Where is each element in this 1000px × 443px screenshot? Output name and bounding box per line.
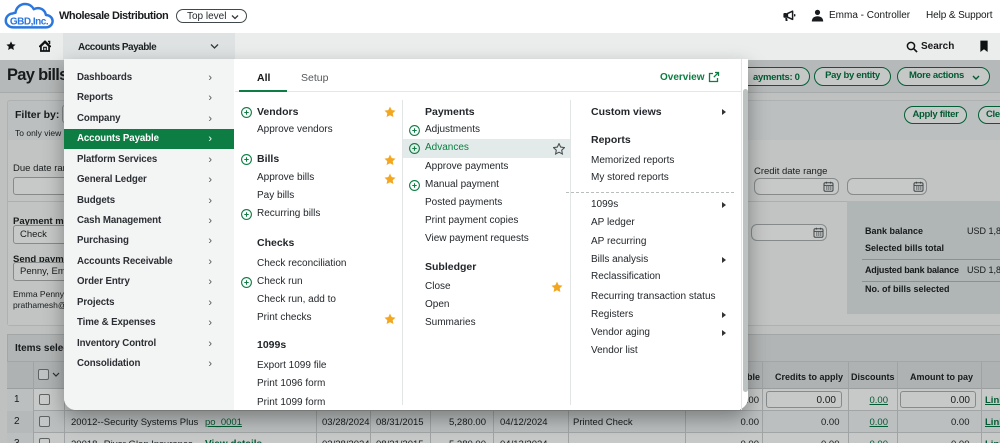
svg-text:GBD,Inc.: GBD,Inc.: [10, 17, 49, 28]
